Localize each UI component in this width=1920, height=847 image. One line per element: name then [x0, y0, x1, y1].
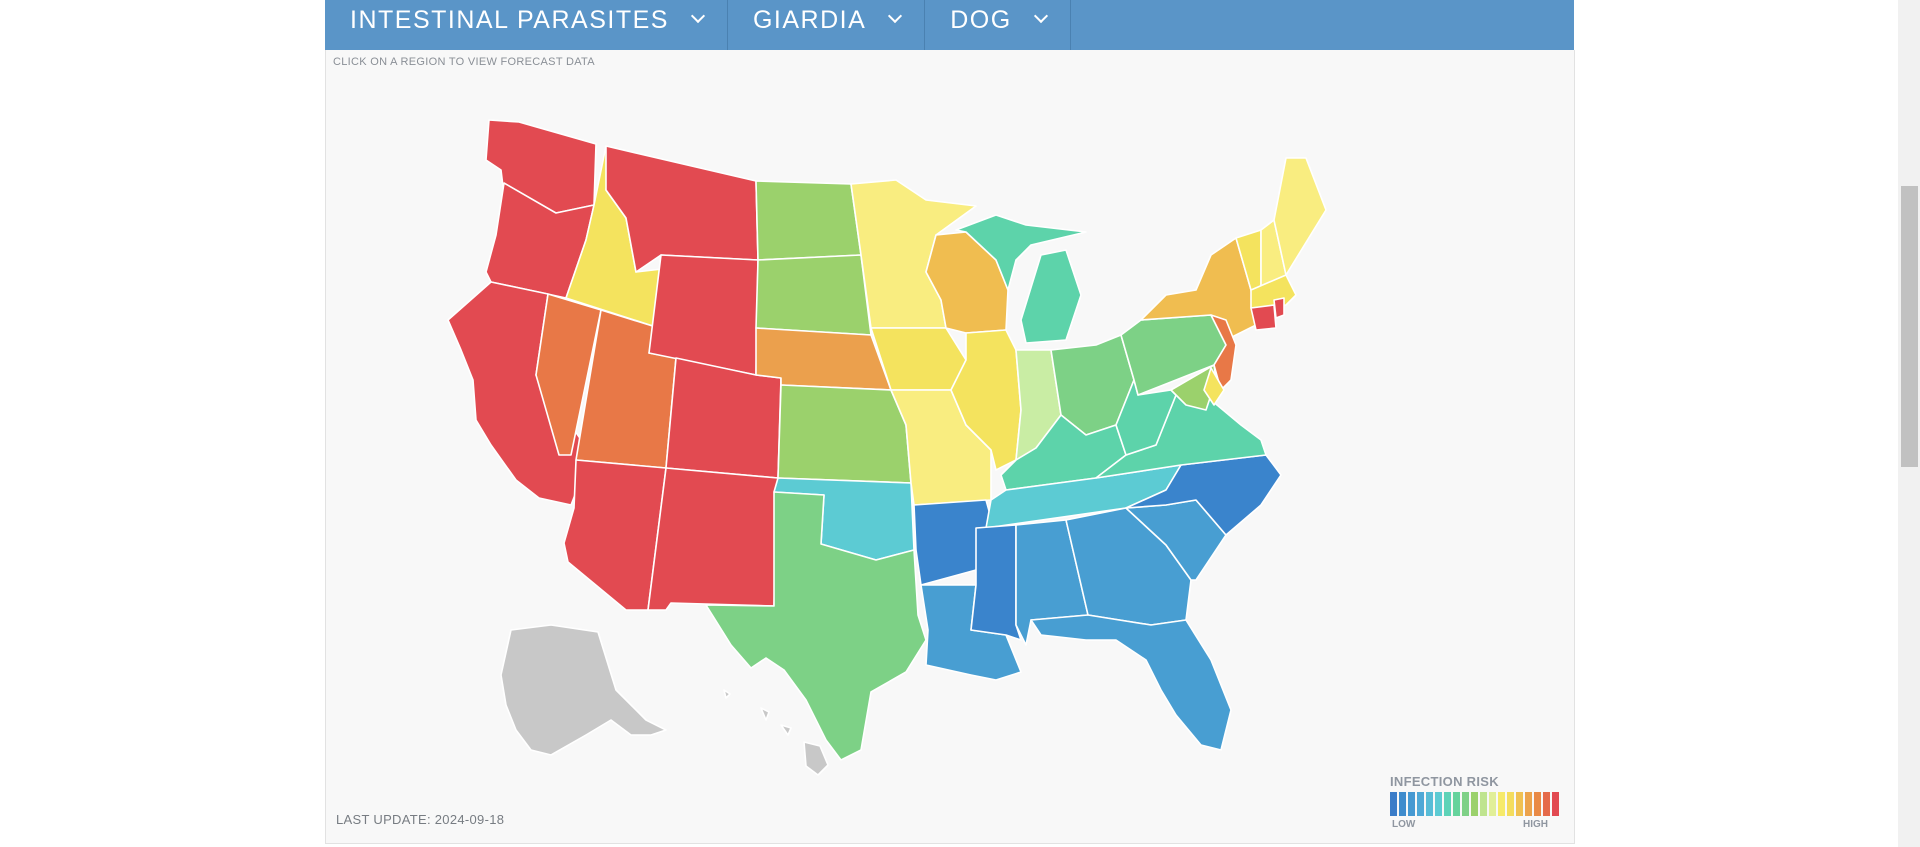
- chevron-down-icon: [1033, 8, 1048, 24]
- forecast-map-panel: CLICK ON A REGION TO VIEW FORECAST DATA: [325, 50, 1575, 844]
- state-connecticut[interactable]: [1250, 304, 1277, 331]
- legend-swatch: [1435, 792, 1442, 816]
- parasite-type-label: INTESTINAL PARASITES: [350, 5, 669, 34]
- legend-high-label: HIGH: [1523, 819, 1548, 830]
- legend-swatch: [1525, 792, 1532, 816]
- legend-swatch: [1516, 792, 1523, 816]
- legend-low-label: LOW: [1392, 819, 1416, 830]
- legend-swatch: [1480, 792, 1487, 816]
- legend-title: INFECTION RISK: [1390, 774, 1499, 789]
- chevron-down-icon: [888, 8, 903, 24]
- state-florida[interactable]: [1030, 614, 1232, 751]
- infection-risk-legend: INFECTION RISK LOW HIGH: [1390, 774, 1580, 834]
- parasite-label: GIARDIA: [752, 5, 867, 34]
- scrollbar-thumb[interactable]: [1901, 186, 1918, 467]
- legend-swatch: [1426, 792, 1433, 816]
- state-wyoming[interactable]: [648, 254, 759, 376]
- state-rhode-island[interactable]: [1273, 297, 1285, 319]
- legend-swatch: [1534, 792, 1541, 816]
- legend-swatch: [1489, 792, 1496, 816]
- parasite-dropdown[interactable]: GIARDIA: [728, 0, 926, 50]
- parasite-type-dropdown[interactable]: INTESTINAL PARASITES: [325, 0, 728, 50]
- state-south-dakota[interactable]: [755, 254, 872, 336]
- species-label: DOG: [950, 5, 1012, 34]
- legend-swatch: [1399, 792, 1406, 816]
- legend-swatch: [1552, 792, 1559, 816]
- state-mississippi[interactable]: [970, 524, 1022, 641]
- state-new-mexico[interactable]: [647, 467, 779, 611]
- state-maine[interactable]: [1273, 157, 1327, 276]
- legend-swatch: [1390, 792, 1397, 816]
- legend-swatch: [1453, 792, 1460, 816]
- legend-color-scale: [1390, 792, 1559, 816]
- state-alaska[interactable]: [500, 624, 667, 756]
- state-north-dakota[interactable]: [755, 180, 862, 261]
- legend-swatch: [1471, 792, 1478, 816]
- legend-swatch: [1507, 792, 1514, 816]
- legend-swatch: [1417, 792, 1424, 816]
- chevron-down-icon: [690, 8, 706, 24]
- legend-swatch: [1408, 792, 1415, 816]
- legend-swatch: [1498, 792, 1505, 816]
- species-dropdown[interactable]: DOG: [925, 0, 1071, 50]
- us-map: [447, 119, 1327, 776]
- last-update-text: LAST UPDATE: 2024-09-18: [336, 812, 505, 827]
- state-kansas[interactable]: [777, 384, 912, 484]
- filter-nav-bar: INTESTINAL PARASITES GIARDIA DOG: [325, 0, 1574, 50]
- legend-swatch: [1444, 792, 1451, 816]
- legend-swatch: [1462, 792, 1469, 816]
- legend-swatch: [1543, 792, 1550, 816]
